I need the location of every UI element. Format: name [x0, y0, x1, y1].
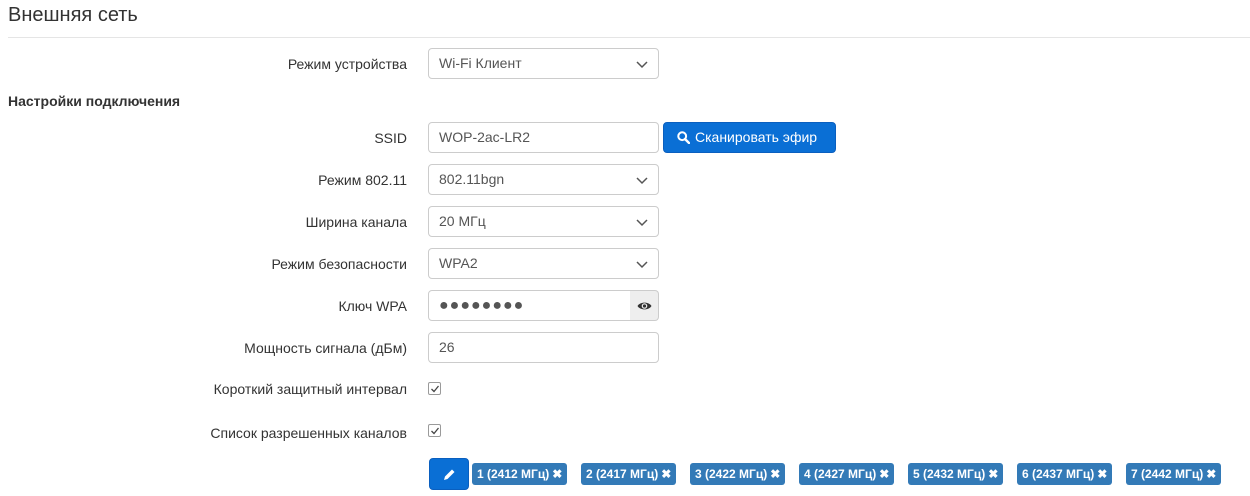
- scan-air-button[interactable]: Сканировать эфир: [663, 122, 836, 153]
- channel-chip[interactable]: 7 (2442 МГц) ✖: [1126, 463, 1222, 485]
- channel-chip[interactable]: 4 (2427 МГц) ✖: [799, 463, 895, 485]
- page-title: Внешняя сеть: [8, 4, 138, 26]
- wpa-key-label: Ключ WPA: [338, 298, 407, 314]
- chevron-down-icon: [636, 177, 648, 185]
- checkmark-icon: [431, 385, 440, 393]
- show-password-toggle[interactable]: [630, 290, 659, 321]
- channel-chip-label: 3 (2422 МГц): [695, 467, 768, 481]
- channel-chip-label: 7 (2442 МГц): [1131, 467, 1204, 481]
- channel-chip[interactable]: 6 (2437 МГц) ✖: [1017, 463, 1113, 485]
- device-mode-select[interactable]: Wi-Fi Клиент: [428, 48, 659, 79]
- channel-width-select[interactable]: 20 МГц: [428, 206, 659, 237]
- channel-chip-label: 4 (2427 МГц): [804, 467, 877, 481]
- channel-chip[interactable]: 3 (2422 МГц) ✖: [690, 463, 786, 485]
- edit-channels-button[interactable]: [429, 458, 469, 490]
- connection-settings-heading: Настройки подключения: [8, 93, 181, 109]
- mode-80211-select[interactable]: 802.11bgn: [428, 164, 659, 195]
- device-mode-label: Режим устройства: [287, 56, 407, 72]
- remove-icon[interactable]: ✖: [661, 467, 671, 481]
- remove-icon[interactable]: ✖: [770, 467, 780, 481]
- security-mode-label: Режим безопасности: [271, 256, 407, 272]
- channel-chip-label: 1 (2412 МГц): [477, 467, 550, 481]
- chevron-down-icon: [636, 219, 648, 227]
- remove-icon[interactable]: ✖: [1097, 467, 1107, 481]
- channel-chip-label: 5 (2432 МГц): [913, 467, 986, 481]
- signal-power-value: 26: [439, 339, 455, 355]
- channel-chip[interactable]: 1 (2412 МГц) ✖: [472, 463, 568, 485]
- scan-air-button-label: Сканировать эфир: [695, 129, 818, 145]
- pencil-icon: [444, 469, 455, 480]
- checkmark-icon: [431, 427, 440, 435]
- wpa-key-value: ●●●●●●●●: [439, 297, 525, 314]
- ssid-value: WOP-2ac-LR2: [439, 129, 531, 145]
- allowed-channels-checkbox[interactable]: [428, 424, 441, 437]
- chevron-down-icon: [636, 261, 648, 269]
- eye-icon: [637, 302, 652, 310]
- channel-chip-label: 2 (2417 МГц): [586, 467, 659, 481]
- channel-width-value: 20 МГц: [439, 213, 486, 229]
- remove-icon[interactable]: ✖: [552, 467, 562, 481]
- channel-chip[interactable]: 2 (2417 МГц) ✖: [581, 463, 677, 485]
- search-icon: [677, 131, 690, 144]
- device-mode-value: Wi-Fi Клиент: [439, 55, 522, 71]
- security-mode-value: WPA2: [439, 255, 478, 271]
- signal-power-label: Мощность сигнала (дБм): [244, 340, 407, 356]
- channel-chip[interactable]: 5 (2432 МГц) ✖: [908, 463, 1004, 485]
- mode-80211-value: 802.11bgn: [439, 171, 505, 187]
- signal-power-input[interactable]: 26: [428, 332, 659, 363]
- remove-icon[interactable]: ✖: [1206, 467, 1216, 481]
- mode-80211-label: Режим 802.11: [318, 172, 407, 188]
- channel-chip-label: 6 (2437 МГц): [1022, 467, 1095, 481]
- wpa-key-input[interactable]: ●●●●●●●●: [428, 290, 631, 321]
- short-guard-interval-label: Короткий защитный интервал: [213, 381, 407, 397]
- ssid-input[interactable]: WOP-2ac-LR2: [428, 122, 659, 153]
- remove-icon[interactable]: ✖: [879, 467, 889, 481]
- short-guard-interval-checkbox[interactable]: [428, 382, 441, 395]
- title-divider: [8, 37, 1250, 38]
- channel-width-label: Ширина канала: [305, 214, 407, 230]
- allowed-channels-label: Список разрешенных каналов: [210, 425, 407, 441]
- remove-icon[interactable]: ✖: [988, 467, 998, 481]
- ssid-label: SSID: [374, 130, 407, 146]
- security-mode-select[interactable]: WPA2: [428, 248, 659, 279]
- chevron-down-icon: [636, 61, 648, 69]
